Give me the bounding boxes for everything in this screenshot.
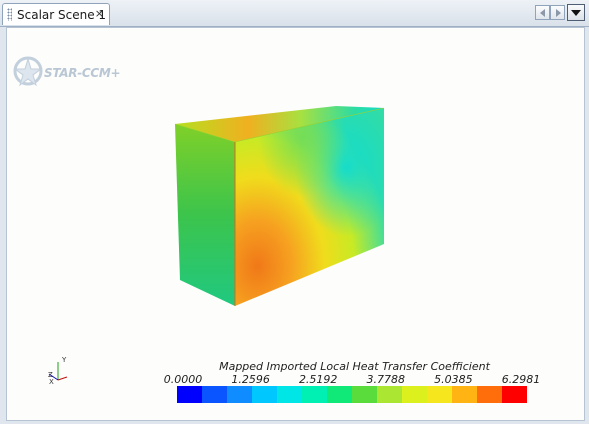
colorbar-segment [227, 386, 253, 403]
colorbar-tick-label: 6.2981 [501, 373, 541, 386]
colorbar-segment [402, 386, 428, 403]
scroll-tabs-right-button[interactable] [550, 5, 565, 20]
colorbar-segment [352, 386, 378, 403]
chevron-right-icon [556, 9, 561, 17]
tab-scalar-scene[interactable]: Scalar Scene 1 × [2, 3, 110, 25]
colorbar [177, 386, 527, 403]
tab-label: Scalar Scene 1 [17, 8, 107, 22]
colorbar-segment [202, 386, 228, 403]
scroll-tabs-left-button[interactable] [535, 5, 550, 20]
colorbar-segment [477, 386, 503, 403]
colorbar-segment [277, 386, 303, 403]
colorbar-tick-label: 5.0385 [434, 373, 473, 386]
box-front-face-overlay-2 [235, 108, 384, 306]
triad-x-label: X [49, 378, 54, 386]
colorbar-segment [427, 386, 453, 403]
colorbar-segment [452, 386, 478, 403]
colorbar-segment [177, 386, 203, 403]
tab-list-menu-button[interactable] [567, 4, 585, 21]
colorbar-segment [327, 386, 353, 403]
colorbar-segment [302, 386, 328, 403]
colorbar-segment [502, 386, 527, 403]
colorbar-title: Mapped Imported Local Heat Transfer Coef… [219, 360, 490, 373]
colorbar-tick-label: 0.0000 [163, 373, 203, 386]
box-left-face [175, 124, 235, 306]
triangle-down-icon [571, 10, 581, 16]
scene-viewport[interactable]: STAR-CCM+ Y Z X Mapped Imported Local He… [6, 27, 585, 421]
scene-window: Scalar Scene 1 × STAR-CCM+ Y Z X Mapped … [0, 0, 589, 424]
tab-bar: Scalar Scene 1 × [0, 0, 589, 27]
colorbar-tick-label: 2.5192 [298, 373, 338, 386]
colorbar-segment [252, 386, 278, 403]
close-icon[interactable]: × [95, 7, 104, 20]
chevron-left-icon [540, 9, 545, 17]
colorbar-tick-label: 3.7788 [366, 373, 406, 386]
colorbar-segment [377, 386, 403, 403]
colorbar-tick-label: 1.2596 [231, 373, 270, 386]
drag-grip-icon[interactable] [7, 8, 12, 21]
